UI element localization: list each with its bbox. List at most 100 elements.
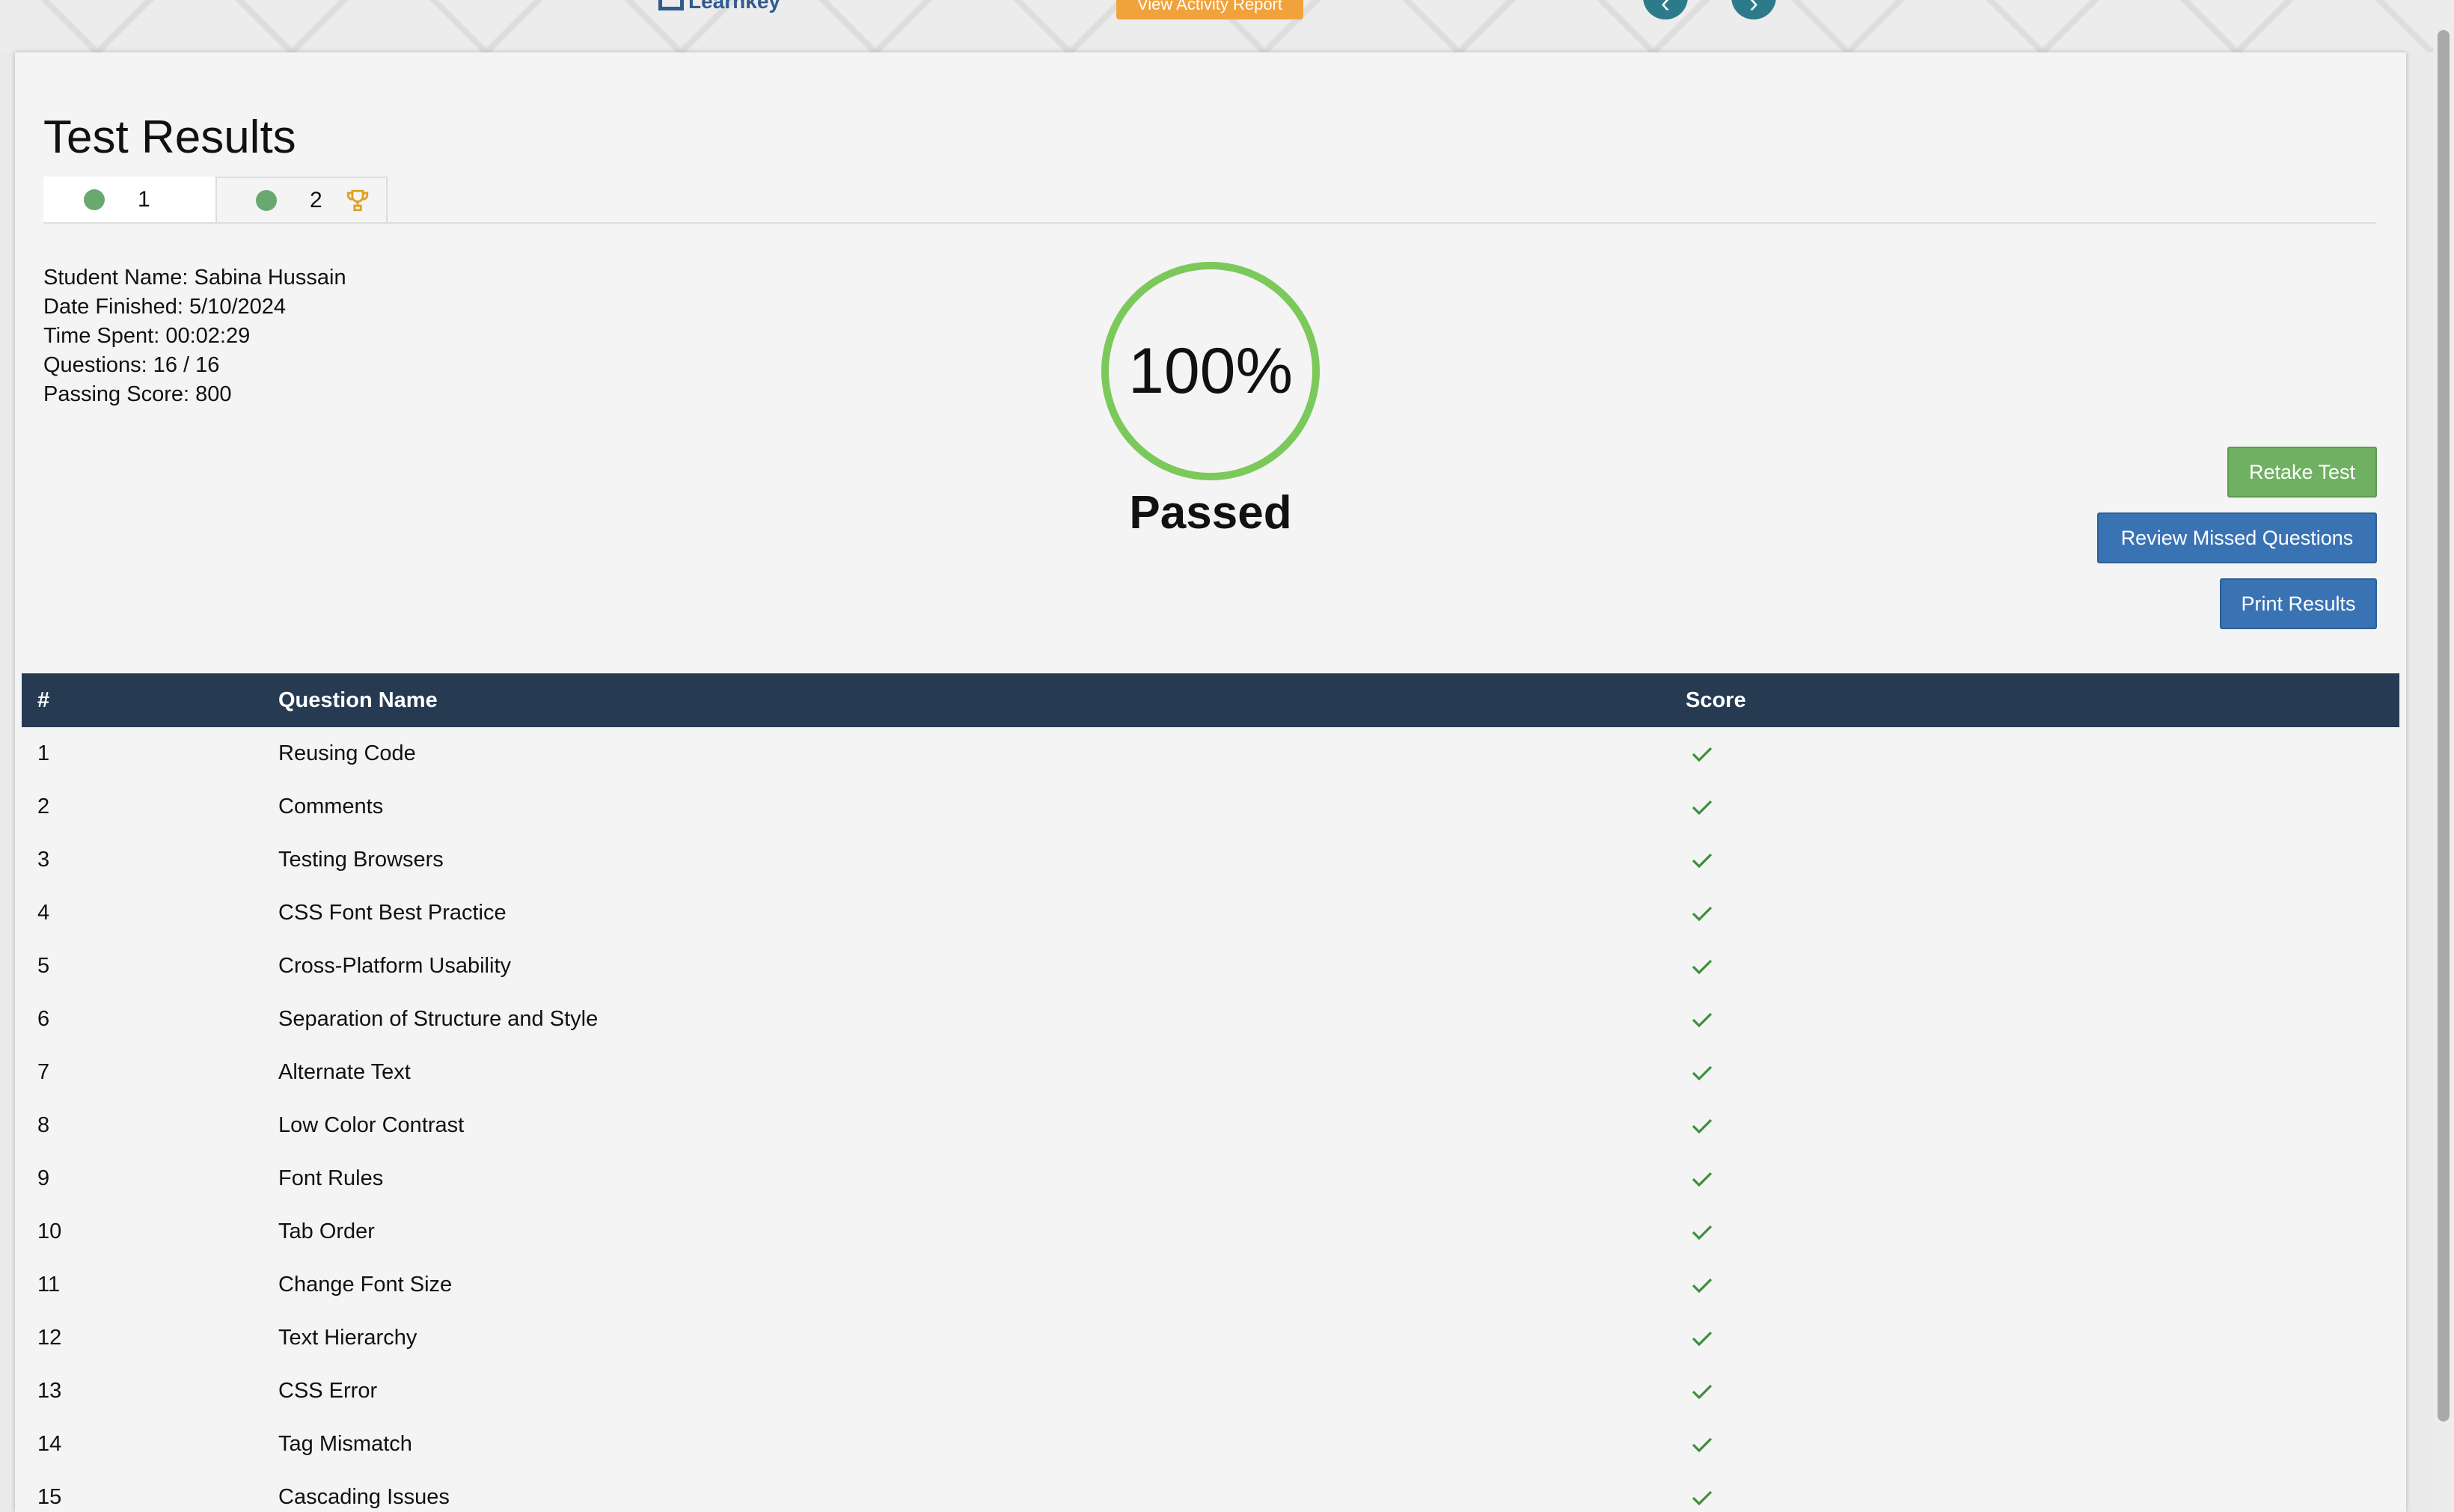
score-cell — [1686, 1046, 2399, 1099]
question-name[interactable]: Tag Mismatch — [278, 1418, 1686, 1471]
table-row: 5 Cross-Platform Usability — [22, 940, 2399, 993]
check-icon — [1692, 1332, 1713, 1347]
question-number: 4 — [37, 901, 50, 925]
view-activity-report-button[interactable]: View Activity Report — [1116, 0, 1303, 19]
check-icon — [1692, 1491, 1713, 1506]
question-name[interactable]: Font Rules — [278, 1152, 1686, 1205]
table-row: 6 Separation of Structure and Style — [22, 993, 2399, 1046]
score-cell — [1686, 1152, 2399, 1205]
table-row: 13 CSS Error — [22, 1365, 2399, 1418]
passing-score: Passing Score: 800 — [43, 382, 232, 406]
logo[interactable]: Learnkey — [658, 0, 780, 13]
question-number: 12 — [37, 1326, 62, 1350]
table-header-row: # Question Name Score — [22, 673, 2399, 727]
question-name[interactable]: Alternate Text — [278, 1046, 1686, 1099]
table-row: 7 Alternate Text — [22, 1046, 2399, 1099]
results-card: Test Results 1 2 Student Name: Sabina Hu… — [15, 52, 2406, 1512]
scrollbar-thumb[interactable] — [2438, 30, 2450, 1421]
question-number: 6 — [37, 1007, 50, 1031]
question-number: 7 — [37, 1060, 50, 1084]
question-number: 14 — [37, 1432, 62, 1456]
check-icon — [1692, 1438, 1713, 1453]
tab-divider — [43, 222, 2376, 224]
score-cell — [1686, 1365, 2399, 1418]
score-cell — [1686, 993, 2399, 1046]
check-icon — [1692, 1066, 1713, 1081]
table-row: 11 Change Font Size — [22, 1258, 2399, 1311]
question-name[interactable]: Comments — [278, 780, 1686, 833]
score-cell — [1686, 1258, 2399, 1311]
tab-label: 1 — [138, 187, 150, 212]
score-cell — [1686, 887, 2399, 940]
review-missed-questions-button[interactable]: Review Missed Questions — [2097, 512, 2377, 563]
question-name[interactable]: Testing Browsers — [278, 833, 1686, 887]
column-header-number[interactable]: # — [22, 673, 278, 727]
question-number: 8 — [37, 1113, 50, 1137]
question-name[interactable]: Cross-Platform Usability — [278, 940, 1686, 993]
question-number: 1 — [37, 741, 50, 765]
check-icon — [1692, 960, 1713, 975]
score-cell — [1686, 1418, 2399, 1471]
question-name[interactable]: Cascading Issues — [278, 1471, 1686, 1512]
student-info: Student Name: Sabina Hussain Date Finish… — [43, 263, 346, 409]
question-name[interactable]: Tab Order — [278, 1205, 1686, 1258]
logo-mark-icon — [658, 0, 684, 10]
table-row: 9 Font Rules — [22, 1152, 2399, 1205]
table-row: 15 Cascading Issues — [22, 1471, 2399, 1512]
table-row: 1 Reusing Code — [22, 727, 2399, 780]
check-icon — [1692, 801, 1713, 815]
table-row: 4 CSS Font Best Practice — [22, 887, 2399, 940]
question-name[interactable]: CSS Font Best Practice — [278, 887, 1686, 940]
score-cell — [1686, 780, 2399, 833]
question-number: 2 — [37, 795, 50, 818]
score-cell — [1686, 833, 2399, 887]
status-dot-icon — [84, 189, 105, 210]
result-status: Passed — [1129, 487, 1292, 539]
date-finished: Date Finished: 5/10/2024 — [43, 295, 287, 319]
status-dot-icon — [256, 190, 277, 211]
tab-label: 2 — [310, 188, 322, 212]
score-cell — [1686, 1311, 2399, 1365]
question-name[interactable]: Separation of Structure and Style — [278, 993, 1686, 1046]
check-icon — [1692, 1013, 1713, 1028]
score-cell — [1686, 727, 2399, 780]
question-name[interactable]: Reusing Code — [278, 727, 1686, 780]
check-icon — [1692, 1172, 1713, 1187]
print-results-button[interactable]: Print Results — [2220, 578, 2377, 629]
column-header-question-name[interactable]: Question Name — [278, 673, 1686, 727]
top-header: Learnkey View Activity Report ‹ › — [0, 0, 2454, 52]
question-name[interactable]: Change Font Size — [278, 1258, 1686, 1311]
question-number: 15 — [37, 1485, 62, 1509]
tab-attempt-2[interactable]: 2 — [215, 177, 388, 223]
score-ring: 100% — [1101, 262, 1320, 480]
table-row: 14 Tag Mismatch — [22, 1418, 2399, 1471]
column-header-score[interactable]: Score — [1686, 673, 2399, 727]
check-icon — [1692, 854, 1713, 869]
question-number: 9 — [37, 1166, 50, 1190]
question-name[interactable]: Text Hierarchy — [278, 1311, 1686, 1365]
tab-attempt-1[interactable]: 1 — [43, 177, 215, 223]
score-percent: 100% — [1128, 334, 1293, 407]
table-row: 3 Testing Browsers — [22, 833, 2399, 887]
question-number: 11 — [37, 1273, 61, 1297]
check-icon — [1692, 1225, 1713, 1240]
question-number: 10 — [37, 1219, 62, 1243]
question-name[interactable]: CSS Error — [278, 1365, 1686, 1418]
question-number: 3 — [37, 848, 50, 872]
score-cell — [1686, 1471, 2399, 1512]
question-number: 5 — [37, 954, 50, 978]
questions-count: Questions: 16 / 16 — [43, 353, 220, 377]
check-icon — [1692, 907, 1713, 922]
table-row: 12 Text Hierarchy — [22, 1311, 2399, 1365]
attempt-tabs: 1 2 — [43, 177, 388, 224]
check-icon — [1692, 1119, 1713, 1134]
check-icon — [1692, 1385, 1713, 1400]
table-row: 2 Comments — [22, 780, 2399, 833]
retake-test-button[interactable]: Retake Test — [2227, 447, 2377, 498]
trophy-icon — [346, 189, 368, 212]
question-name[interactable]: Low Color Contrast — [278, 1099, 1686, 1152]
vertical-scrollbar[interactable] — [2433, 0, 2454, 1512]
check-icon — [1692, 747, 1713, 762]
check-icon — [1692, 1279, 1713, 1294]
logo-text: Learnkey — [688, 0, 780, 13]
